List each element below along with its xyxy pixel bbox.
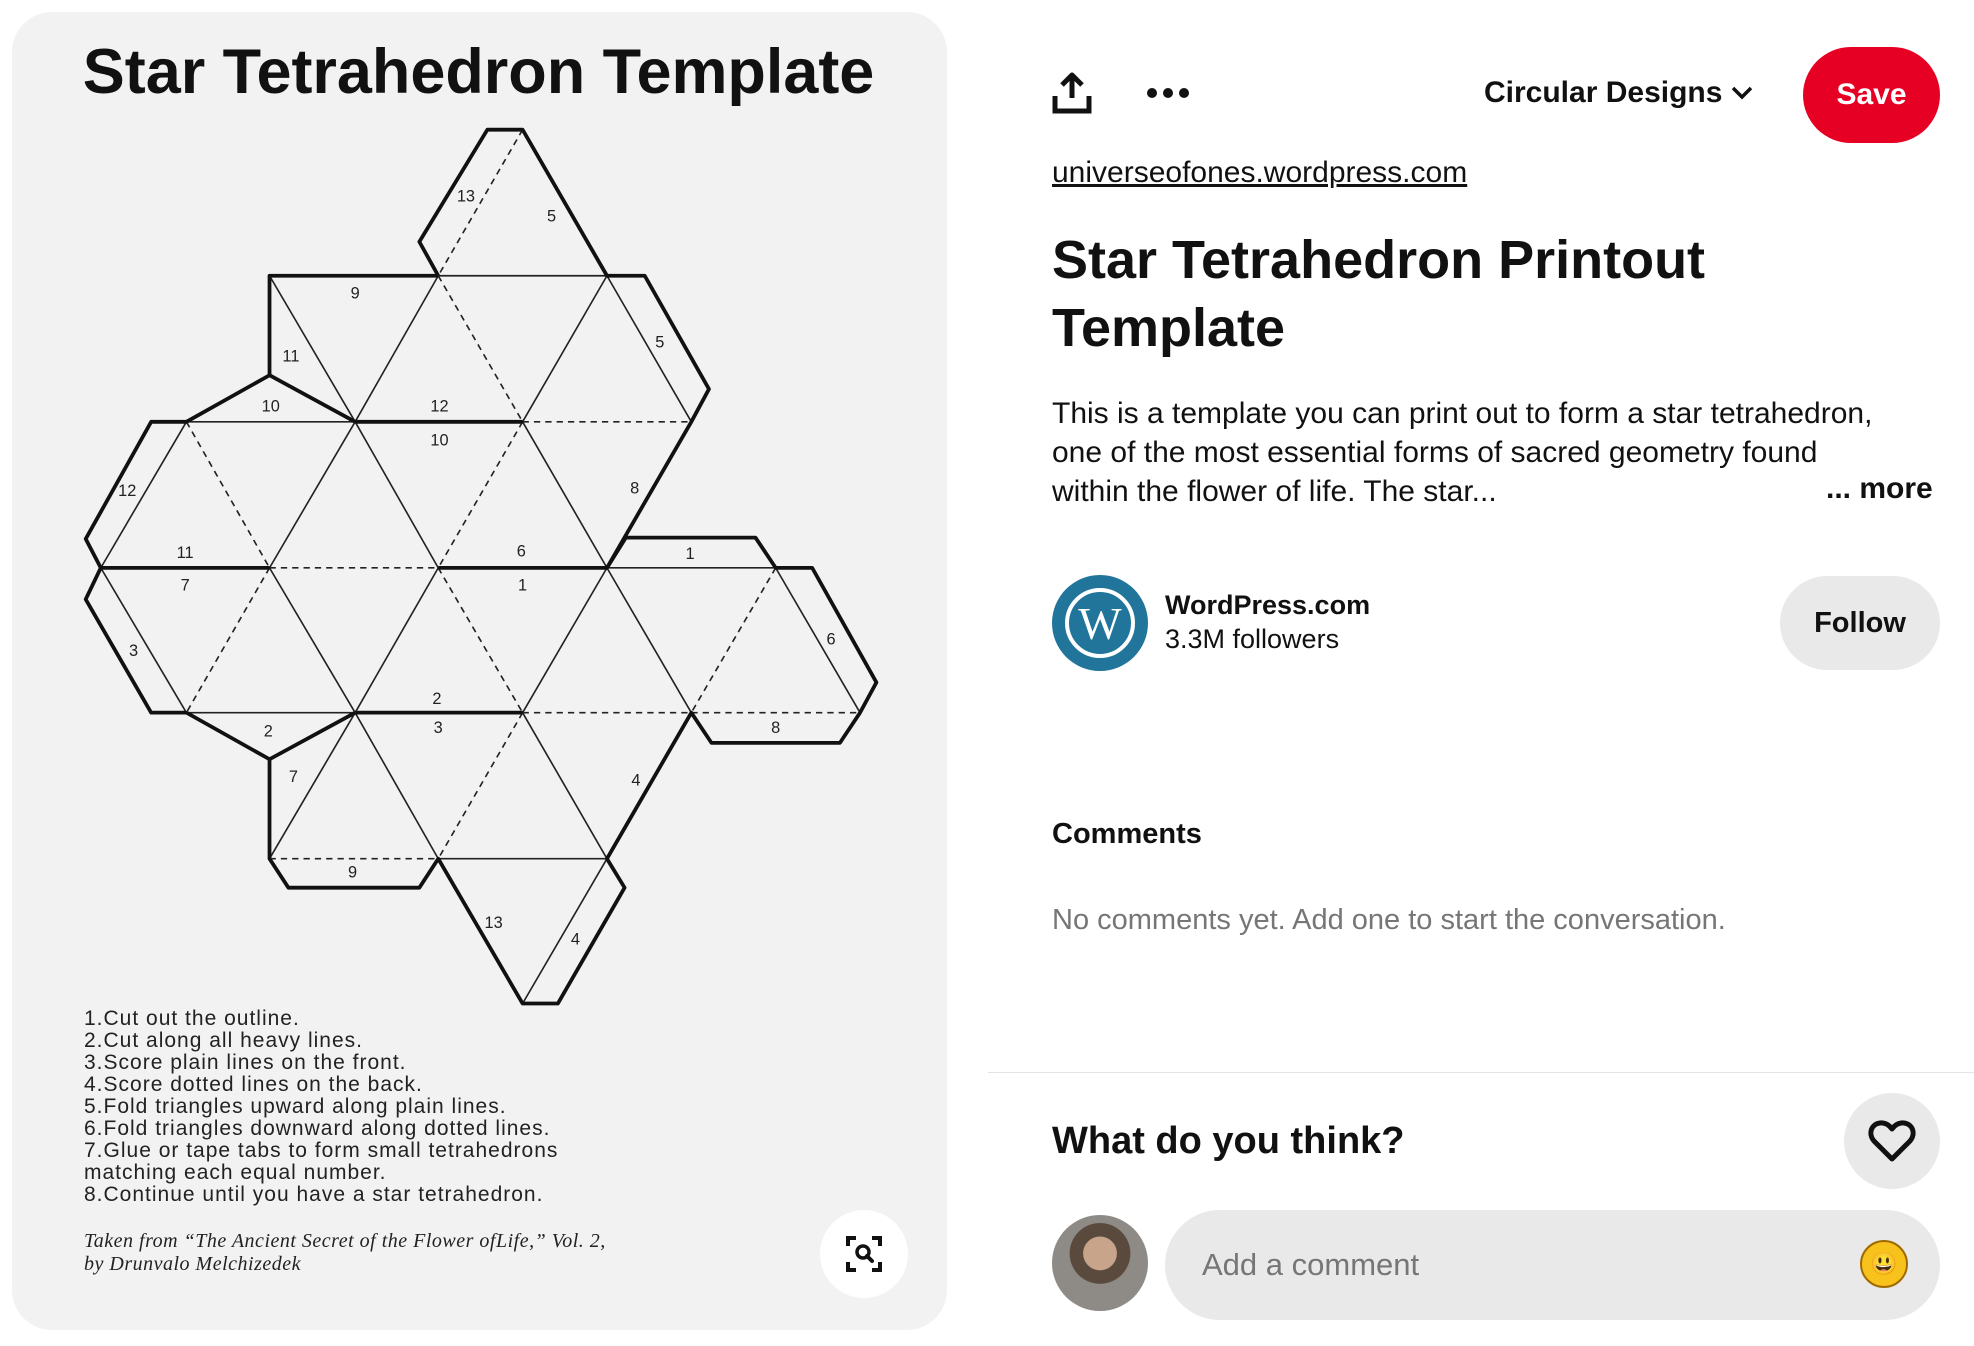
image-title: Star Tetrahedron Template (83, 37, 875, 107)
more-link[interactable]: ... more (1826, 472, 1933, 506)
share-icon (1052, 72, 1092, 114)
diagram-lines (83, 127, 879, 1006)
thin-line (354, 421, 439, 569)
share-button[interactable] (1052, 72, 1092, 119)
svg-text:W: W (1078, 598, 1122, 649)
edge-label: 9 (351, 284, 360, 302)
edge-label: 1 (518, 577, 527, 595)
follow-button[interactable]: Follow (1780, 576, 1940, 670)
thin-line (354, 275, 439, 423)
edge-label: 4 (571, 930, 580, 948)
comment-input[interactable]: Add a comment (1165, 1210, 1940, 1320)
edge-label: 8 (630, 480, 639, 498)
instruction-line: 8.Continue until you have a star tetrahe… (84, 1183, 544, 1206)
dash-line (437, 421, 524, 569)
creator-avatar[interactable]: W (1052, 575, 1148, 671)
edge-label: 2 (264, 723, 273, 741)
edge-label: 3 (129, 642, 138, 660)
visual-search-button[interactable] (820, 1210, 908, 1298)
creator-name[interactable]: WordPress.com (1165, 590, 1370, 621)
more-options-button[interactable] (1146, 86, 1190, 105)
divider (988, 1072, 1974, 1073)
thin-line (268, 421, 356, 569)
edge-label: 10 (262, 398, 280, 416)
chevron-down-icon (1732, 86, 1753, 100)
instruction-line: 4.Score dotted lines on the back. (84, 1073, 423, 1096)
source-link[interactable]: universeofones.wordpress.com (1052, 156, 1467, 190)
edge-label: 13 (485, 914, 503, 932)
edge-label: 11 (177, 544, 194, 562)
edge-label: 2 (432, 690, 441, 708)
instruction-line: 2.Cut along all heavy lines. (84, 1029, 363, 1052)
citation-line: by Drunvalo Melchizedek (84, 1253, 301, 1275)
dash-line (437, 275, 524, 423)
thin-line (354, 567, 439, 714)
thin-line (606, 275, 693, 423)
instructions: 1.Cut out the outline. 2.Cut along all h… (84, 1008, 558, 1206)
citation-line: Taken from “The Ancient Secret of the Fl… (84, 1230, 606, 1252)
dash-line (437, 129, 524, 277)
board-selector[interactable]: Circular Designs (1484, 76, 1754, 110)
edge-label: 4 (631, 772, 640, 790)
dash-line (185, 567, 271, 714)
thin-line (606, 567, 693, 714)
dash-line (437, 567, 524, 714)
dash-line (690, 567, 777, 714)
comment-placeholder: Add a comment (1202, 1247, 1420, 1282)
thin-line (268, 567, 356, 714)
instruction-line: 7.Glue or tape tabs to form small tetrah… (84, 1139, 559, 1162)
more-icon (1147, 88, 1189, 98)
thin-line (521, 858, 608, 1004)
edge-label: 9 (348, 864, 357, 882)
edge-label: 6 (827, 631, 836, 649)
thin-line (521, 421, 608, 569)
no-comments-text: No comments yet. Add one to start the co… (1052, 904, 1726, 936)
thin-line (100, 567, 188, 714)
creator-followers: 3.3M followers (1165, 624, 1340, 654)
thin-line (521, 275, 608, 423)
wordpress-logo-icon: W (1065, 588, 1135, 658)
thin-line (100, 421, 188, 569)
edge-label: 5 (655, 334, 664, 352)
feedback-prompt: What do you think? (1052, 1120, 1405, 1162)
pin-description: This is a template you can print out to … (1052, 397, 1873, 508)
edge-label: 7 (181, 577, 190, 595)
dash-line (185, 421, 271, 569)
instruction-line: 6.Fold triangles downward along dotted l… (84, 1117, 551, 1140)
visual-search-icon (846, 1236, 882, 1272)
edge-label: 3 (434, 719, 443, 737)
citation: Taken from “The Ancient Secret of the Fl… (84, 1230, 606, 1276)
instruction-line: 5.Fold triangles upward along plain line… (84, 1095, 507, 1118)
pin-title: Star Tetrahedron Printout Template (1052, 230, 1706, 358)
edge-label: 11 (282, 347, 299, 365)
thin-line (774, 567, 861, 714)
edge-label: 1 (686, 545, 695, 563)
edge-label: 6 (517, 543, 526, 561)
instruction-line: matching each equal number. (84, 1161, 387, 1184)
thin-line (521, 567, 608, 714)
edge-label: 12 (118, 482, 136, 500)
comments-heading: Comments (1052, 818, 1202, 850)
edge-label: 10 (430, 432, 448, 450)
edge-label: 13 (457, 187, 475, 205)
edge-label: 8 (771, 719, 780, 737)
edge-label: 7 (289, 768, 298, 786)
dash-line (437, 712, 524, 860)
board-name: Circular Designs (1484, 76, 1723, 109)
instruction-line: 1.Cut out the outline. (84, 1007, 300, 1030)
save-button[interactable]: Save (1803, 47, 1940, 143)
react-button[interactable] (1844, 1093, 1940, 1189)
user-avatar (1052, 1215, 1148, 1311)
edge-label: 12 (430, 398, 448, 416)
thin-line (521, 712, 608, 860)
edge-label: 5 (547, 208, 556, 226)
emoji-picker-button[interactable]: 😃 (1860, 1240, 1908, 1288)
heart-icon (1868, 1120, 1916, 1162)
instruction-line: 3.Score plain lines on the front. (84, 1051, 407, 1074)
thin-line (354, 712, 439, 860)
